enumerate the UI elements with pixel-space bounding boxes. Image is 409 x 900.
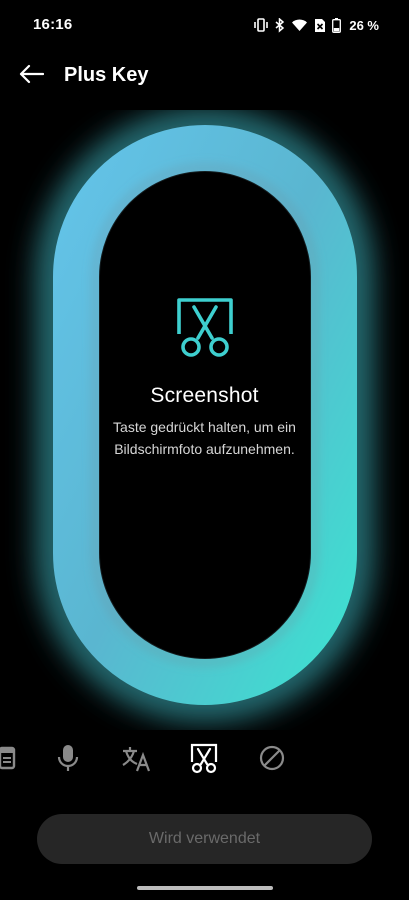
- wifi-icon: [291, 18, 308, 32]
- translate-icon: [120, 742, 152, 779]
- translate-option[interactable]: [120, 744, 152, 776]
- none-option[interactable]: [256, 744, 288, 776]
- in-use-button[interactable]: Wird verwendet: [37, 814, 372, 864]
- block-icon: [256, 742, 288, 779]
- feature-card: Screenshot Taste gedrückt halten, um ein…: [100, 296, 309, 460]
- page-title: Plus Key: [64, 64, 149, 86]
- battery-percent: 26 %: [349, 17, 379, 33]
- status-time: 16:16: [33, 16, 73, 33]
- battery-icon: [332, 17, 342, 33]
- feature-description: Taste gedrückt halten, um ein Bildschirm…: [113, 419, 296, 457]
- unknown-partial-icon: [0, 742, 18, 779]
- status-bar: 16:16 26 %: [0, 0, 409, 50]
- back-button[interactable]: [14, 62, 48, 90]
- bluetooth-icon: [275, 17, 285, 33]
- plus-key-screen: 16:16 26 % Plus Key Screenshot Taste ged…: [0, 0, 409, 900]
- arrow-left-icon: [18, 64, 45, 89]
- partial-left-option[interactable]: [0, 744, 18, 776]
- sim-off-icon: [314, 18, 326, 33]
- microphone-option[interactable]: [52, 744, 84, 776]
- plus-key-illustration: Screenshot Taste gedrückt halten, um ein…: [0, 110, 409, 730]
- status-icons: 26 %: [253, 16, 379, 34]
- home-indicator[interactable]: [137, 886, 273, 890]
- microphone-icon: [52, 742, 84, 779]
- screenshot-scissors-icon: [175, 296, 235, 358]
- feature-title: Screenshot: [150, 384, 259, 407]
- screenshot-option[interactable]: [188, 742, 220, 779]
- app-bar: Plus Key: [0, 54, 409, 98]
- vibrate-icon: [253, 18, 269, 32]
- screenshot-scissors-icon: [188, 742, 220, 779]
- function-options: [0, 740, 409, 780]
